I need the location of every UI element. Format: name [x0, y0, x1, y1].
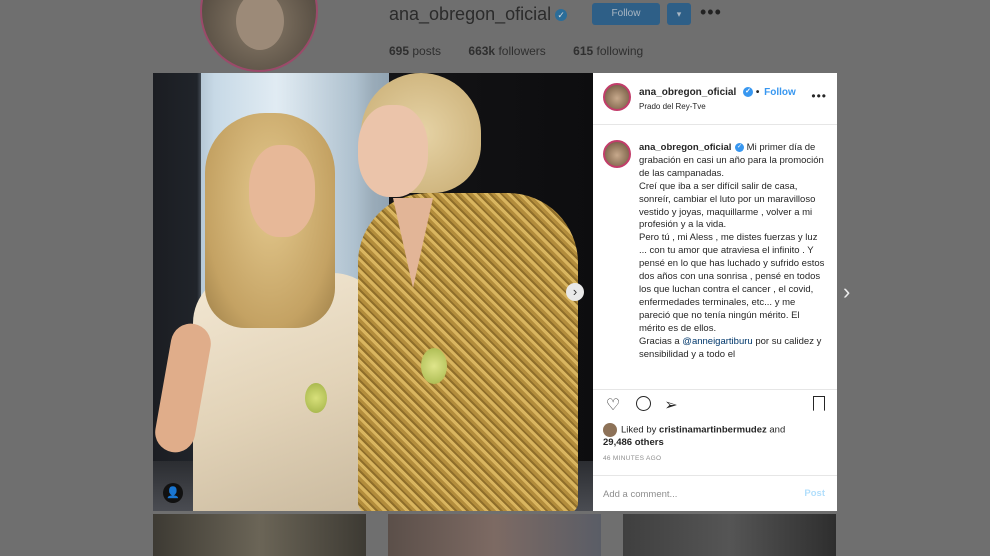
profile-header: ana_obregon_oficial ✓ Follow ▾ ••• 695 po… — [0, 0, 990, 73]
profile-follow-button[interactable]: Follow — [592, 3, 660, 25]
chevron-down-icon[interactable]: ▾ — [667, 3, 691, 25]
stat-followers[interactable]: 663k followers — [468, 44, 545, 58]
caption-text: ana_obregon_oficial ✓ Mi primer día de g… — [639, 142, 825, 361]
likes-others[interactable]: 29,486 others — [603, 437, 664, 448]
verified-icon: ✓ — [555, 9, 568, 22]
post-comment-button[interactable]: Post — [804, 488, 825, 499]
photo-next-icon[interactable]: › — [566, 283, 584, 301]
heart-icon[interactable]: ♡ — [603, 396, 623, 416]
comment-input[interactable] — [603, 486, 783, 502]
caption-mention[interactable]: @anneigartiburu — [682, 336, 752, 347]
grid-thumbnail[interactable] — [623, 514, 836, 556]
verified-icon: ✓ — [735, 142, 745, 152]
user-tag-icon[interactable]: 👤 — [163, 483, 183, 503]
next-post-icon[interactable]: › — [843, 281, 850, 303]
post-author-row: ana_obregon_oficial ✓ • Follow — [639, 87, 796, 98]
more-options-icon[interactable]: ••• — [811, 89, 827, 103]
likes-prefix: Liked by — [621, 424, 657, 436]
stat-following[interactable]: 615 following — [573, 44, 643, 58]
profile-username-row: ana_obregon_oficial ✓ — [389, 4, 568, 25]
likes-and: and — [769, 424, 786, 436]
grid-thumbnail[interactable] — [153, 514, 366, 556]
post-header: ana_obregon_oficial ✓ • Follow Prado del… — [593, 73, 837, 125]
profile-stats: 695 posts 663k followers 615 following — [389, 44, 667, 58]
likes-user[interactable]: cristinamartinbermudez — [659, 425, 767, 436]
avatar — [603, 423, 617, 437]
separator-dot: • — [755, 87, 760, 98]
profile-username: ana_obregon_oficial — [389, 4, 552, 24]
save-icon[interactable] — [809, 396, 829, 416]
avatar[interactable] — [603, 83, 631, 111]
post-photo[interactable]: 👤 › — [153, 73, 593, 511]
post-author-username[interactable]: ana_obregon_oficial — [639, 87, 736, 98]
caption-username[interactable]: ana_obregon_oficial — [639, 142, 731, 153]
post-actions: ♡ ➢ — [593, 389, 837, 421]
follow-button[interactable]: Follow — [764, 87, 796, 98]
verified-icon: ✓ — [743, 87, 754, 98]
comment-icon[interactable] — [633, 396, 653, 416]
caption-paragraph-2: Creí que iba a ser difícil salir de casa… — [639, 180, 816, 231]
post-caption: ana_obregon_oficial ✓ Mi primer día de g… — [593, 126, 837, 388]
caption-paragraph-3: Pero tú , mi Aless , me distes fuerzas y… — [639, 232, 825, 334]
add-comment-bar: Post — [593, 475, 837, 511]
caption-paragraph-4-prefix: Gracias a — [639, 335, 680, 347]
post-side-panel: ana_obregon_oficial ✓ • Follow Prado del… — [593, 73, 837, 511]
post-location[interactable]: Prado del Rey-Tve — [639, 102, 706, 111]
post-timestamp[interactable]: 46 MINUTES AGO — [603, 455, 661, 462]
avatar[interactable] — [603, 140, 631, 168]
share-icon[interactable]: ➢ — [661, 396, 681, 416]
grid-thumbnail[interactable] — [388, 514, 601, 556]
more-options-icon[interactable]: ••• — [700, 2, 722, 23]
stat-posts[interactable]: 695 posts — [389, 44, 441, 58]
profile-avatar[interactable] — [200, 0, 318, 72]
likes-summary: Liked by cristinamartinbermudez and 29,4… — [603, 423, 833, 449]
